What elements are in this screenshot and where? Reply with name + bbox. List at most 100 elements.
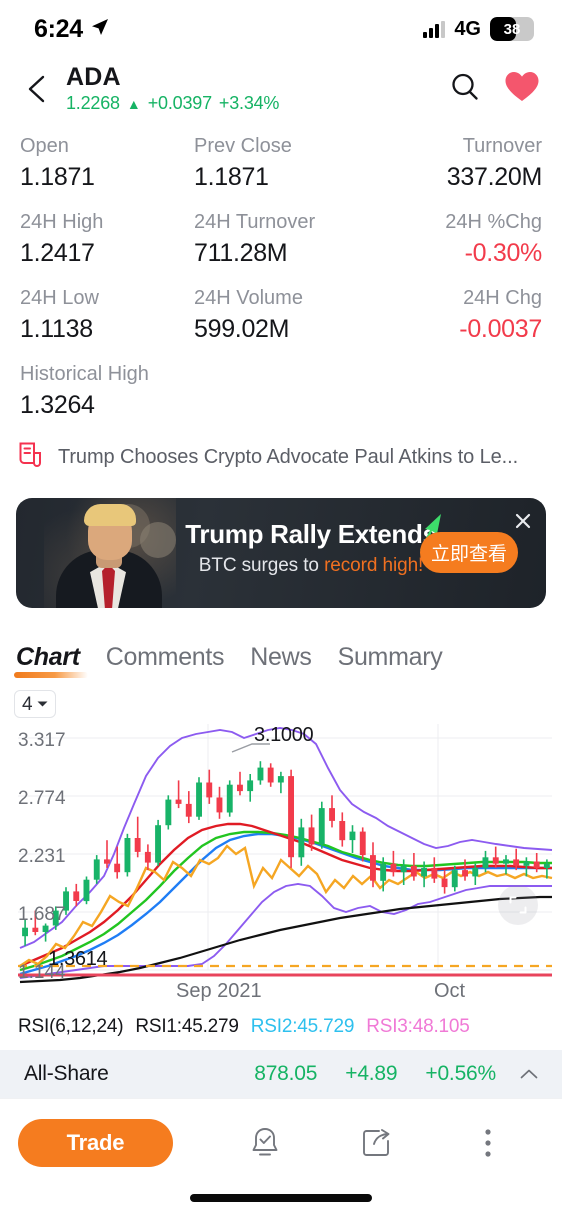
tab-summary[interactable]: Summary — [338, 643, 443, 678]
heart-icon[interactable] — [504, 70, 540, 108]
stat-label: 24H High — [20, 211, 104, 233]
search-icon[interactable] — [448, 70, 482, 109]
stat-value: -0.0037 — [459, 315, 542, 343]
candle-body — [349, 831, 356, 841]
candle-body — [22, 927, 28, 937]
banner-cta-button[interactable]: 立即查看 — [420, 532, 518, 573]
stats-top-clip — [0, 118, 562, 125]
low-price-annotation-label: 1.3614 — [48, 948, 108, 970]
stat-label: Historical High — [20, 363, 149, 385]
stat-value: 599.02M — [194, 315, 290, 343]
x-tick: Oct — [434, 980, 466, 1002]
candle-body — [380, 863, 387, 881]
candle-body — [226, 784, 233, 813]
candle-body — [267, 767, 274, 783]
candle-body — [175, 799, 182, 804]
trade-button[interactable]: Trade — [18, 1119, 173, 1167]
battery-indicator: 38 — [490, 17, 534, 41]
price-change-percent: +3.34% — [218, 93, 280, 114]
coin-shape — [140, 522, 176, 558]
candle-body — [185, 803, 192, 817]
y-tick: 2.231 — [18, 846, 66, 867]
candle-body — [472, 867, 479, 877]
rsi2-value: RSI2:45.729 — [250, 1016, 355, 1037]
promo-banner[interactable]: Trump Rally Extends BTC surges to record… — [16, 498, 546, 608]
stat-label: 24H %Chg — [445, 211, 542, 233]
close-icon[interactable] — [510, 508, 536, 534]
candle-body — [114, 863, 121, 873]
candle-body — [196, 782, 202, 817]
candle-body — [277, 776, 284, 783]
candle-body — [400, 865, 407, 873]
rsi-indicator-legend[interactable]: RSI(6,12,24) RSI1:45.279 RSI2:45.729 RSI… — [18, 1012, 558, 1042]
tab-comments[interactable]: Comments — [106, 643, 225, 678]
stat-24h-chg: 24H Chg -0.0037 — [377, 270, 542, 346]
candle-body — [503, 859, 509, 864]
candle-body — [144, 851, 151, 863]
candle-body — [462, 870, 468, 877]
stat-24h-turnover: 24H Turnover 711.28M — [194, 194, 377, 270]
candle-body — [513, 859, 520, 866]
candle-body — [93, 859, 100, 880]
stat-value: 711.28M — [194, 239, 288, 267]
candle-body — [523, 861, 530, 866]
timeframe-value: 4 — [22, 693, 33, 715]
news-strip[interactable]: Trump Chooses Crypto Advocate Paul Atkin… — [18, 437, 548, 477]
back-button[interactable] — [14, 66, 60, 112]
rsi1-value: RSI1:45.279 — [135, 1016, 239, 1037]
timeframe-selector[interactable]: 4 — [14, 690, 56, 718]
candle-body — [492, 857, 499, 864]
location-arrow-icon — [90, 17, 110, 42]
candle-body — [482, 857, 489, 868]
stats-grid: Open 1.1871 Prev Close 1.1871 Turnover 3… — [0, 118, 562, 428]
candle-body — [42, 925, 49, 932]
chevron-down-icon — [37, 701, 48, 707]
status-bar: 6:24 4G 38 — [0, 0, 562, 58]
candle-body — [318, 808, 325, 845]
all-share-index-bar[interactable]: All-Share 878.05 +4.89 +0.56% — [0, 1050, 562, 1098]
stat-label: 24H Volume — [194, 287, 303, 309]
current-price: 1.2268 — [66, 93, 120, 114]
bell-alert-icon[interactable] — [242, 1120, 288, 1166]
tab-chart[interactable]: Chart — [14, 643, 88, 678]
stat-value: 337.20M — [446, 163, 543, 191]
candle-body — [421, 867, 427, 877]
price-chart-panel: 4 3.317 2.774 2.231 1.687 1.144 3.1000 1… — [0, 690, 562, 1002]
candle-body — [83, 879, 90, 902]
trump-portrait-image — [44, 498, 176, 608]
stat-24h-low: 24H Low 1.1138 — [20, 270, 194, 346]
stat-label: 24H Chg — [463, 287, 542, 309]
x-tick: Sep 2021 — [176, 980, 262, 1002]
banner-text-block: Trump Rally Extends BTC surges to record… — [176, 520, 446, 577]
candle-body — [155, 825, 161, 863]
stats-row: 24H High 1.2417 24H Turnover 711.28M 24H… — [20, 194, 542, 270]
news-document-icon — [18, 441, 44, 474]
header-actions — [448, 70, 540, 109]
candle-body — [73, 891, 80, 901]
index-name: All-Share — [24, 1062, 109, 1085]
chevron-up-icon[interactable] — [520, 1068, 538, 1080]
banner-subline-prefix: BTC surges to — [198, 554, 325, 576]
index-values: 878.05 +4.89 +0.56% — [254, 1062, 496, 1086]
price-direction-icon: ▲ — [126, 95, 141, 112]
tab-news[interactable]: News — [250, 643, 312, 678]
stat-value: 1.2417 — [20, 239, 95, 267]
candle-body — [339, 821, 346, 841]
stat-open: Open 1.1871 — [20, 118, 194, 194]
candle-body — [431, 867, 438, 879]
battery-percent-label: 38 — [503, 20, 521, 38]
y-tick: 1.687 — [18, 904, 66, 925]
stats-row: Historical High 1.3264 — [20, 346, 542, 422]
candle-body — [390, 863, 397, 873]
bottom-icon-row — [173, 1119, 562, 1167]
banner-subline-highlight: record high! — [324, 554, 424, 576]
candle-body — [329, 808, 335, 821]
index-value: 878.05 — [254, 1062, 318, 1085]
stat-label: Prev Close — [194, 135, 292, 157]
share-export-icon[interactable] — [353, 1120, 399, 1166]
more-vertical-icon[interactable] — [465, 1120, 511, 1166]
expand-fullscreen-icon[interactable] — [498, 885, 538, 925]
candle-body — [247, 780, 254, 792]
candle-body — [134, 838, 141, 852]
y-tick: 2.774 — [18, 788, 66, 809]
